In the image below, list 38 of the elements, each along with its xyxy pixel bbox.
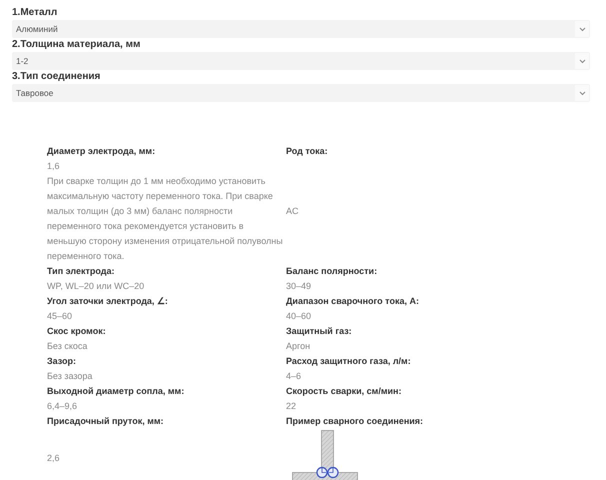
parameter-label: Защитный газ: <box>286 326 352 336</box>
parameter-value: Без зазора <box>47 370 94 383</box>
parameter-value: 4–6 <box>286 370 302 383</box>
chevron-down-icon <box>578 90 586 96</box>
tee-joint-drawing <box>292 430 358 480</box>
parameter-value: 6,4–9,6 <box>47 400 78 413</box>
parameter-value: 2,6 <box>47 452 61 465</box>
note-paragraph: При сварке толщин до 1 мм необходимо установить максимальную частоту переменного тока. При сварке малых толщин (до 3 мм) баланс полярности переменного тока рекомендуется установить в меньшую сторону изменения отрицательной полуволны переменного тока. <box>47 175 284 263</box>
chevron-down-icon <box>578 26 586 32</box>
select-field[interactable]: Алюминий <box>12 20 590 38</box>
parameter-label: Тип электрода: <box>47 266 114 276</box>
parameter-label: Расход защитного газа, л/м: <box>286 356 411 366</box>
select-field[interactable]: 1-2 <box>12 52 590 70</box>
parameter-value: 45–60 <box>47 310 74 323</box>
parameter-label: Пример сварного соединения: <box>286 416 424 426</box>
parameter-value: AC <box>286 205 300 218</box>
parameter-value: 1,6 <box>47 160 61 173</box>
parameter-label: Зазор: <box>47 356 76 366</box>
parameter-value: WP, WL–20 или WC–20 <box>47 280 146 293</box>
parameter-label: Род тока: <box>286 146 328 156</box>
parameter-value: Без скоса <box>47 340 88 353</box>
parameter-label: Диапазон сварочного тока, А: <box>286 296 419 306</box>
field-label: 1.Металл <box>12 6 58 20</box>
parameter-label: Угол заточки электрода, ∠: <box>47 296 168 306</box>
parameter-label: Баланс полярности: <box>286 266 378 276</box>
field-label: 2.Толщина материала, мм <box>12 38 142 52</box>
parameter-label: Скос кромок: <box>47 326 106 336</box>
parameter-value: 30–49 <box>286 280 312 293</box>
parameter-value: 40–60 <box>286 310 312 323</box>
parameter-label: Диаметр электрода, мм: <box>47 146 156 156</box>
chevron-down-icon <box>578 58 586 64</box>
parameter-value: 22 <box>286 400 298 413</box>
parameter-label: Выходной диаметр сопла, мм: <box>47 386 184 396</box>
field-label: 3.Тип соединения <box>12 70 102 84</box>
parameter-label: Присадочный пруток, мм: <box>47 416 164 426</box>
parameter-value: Аргон <box>286 340 312 353</box>
parameter-label: Скорость сварки, см/мин: <box>286 386 402 396</box>
select-field[interactable]: Тавровое <box>12 84 590 102</box>
